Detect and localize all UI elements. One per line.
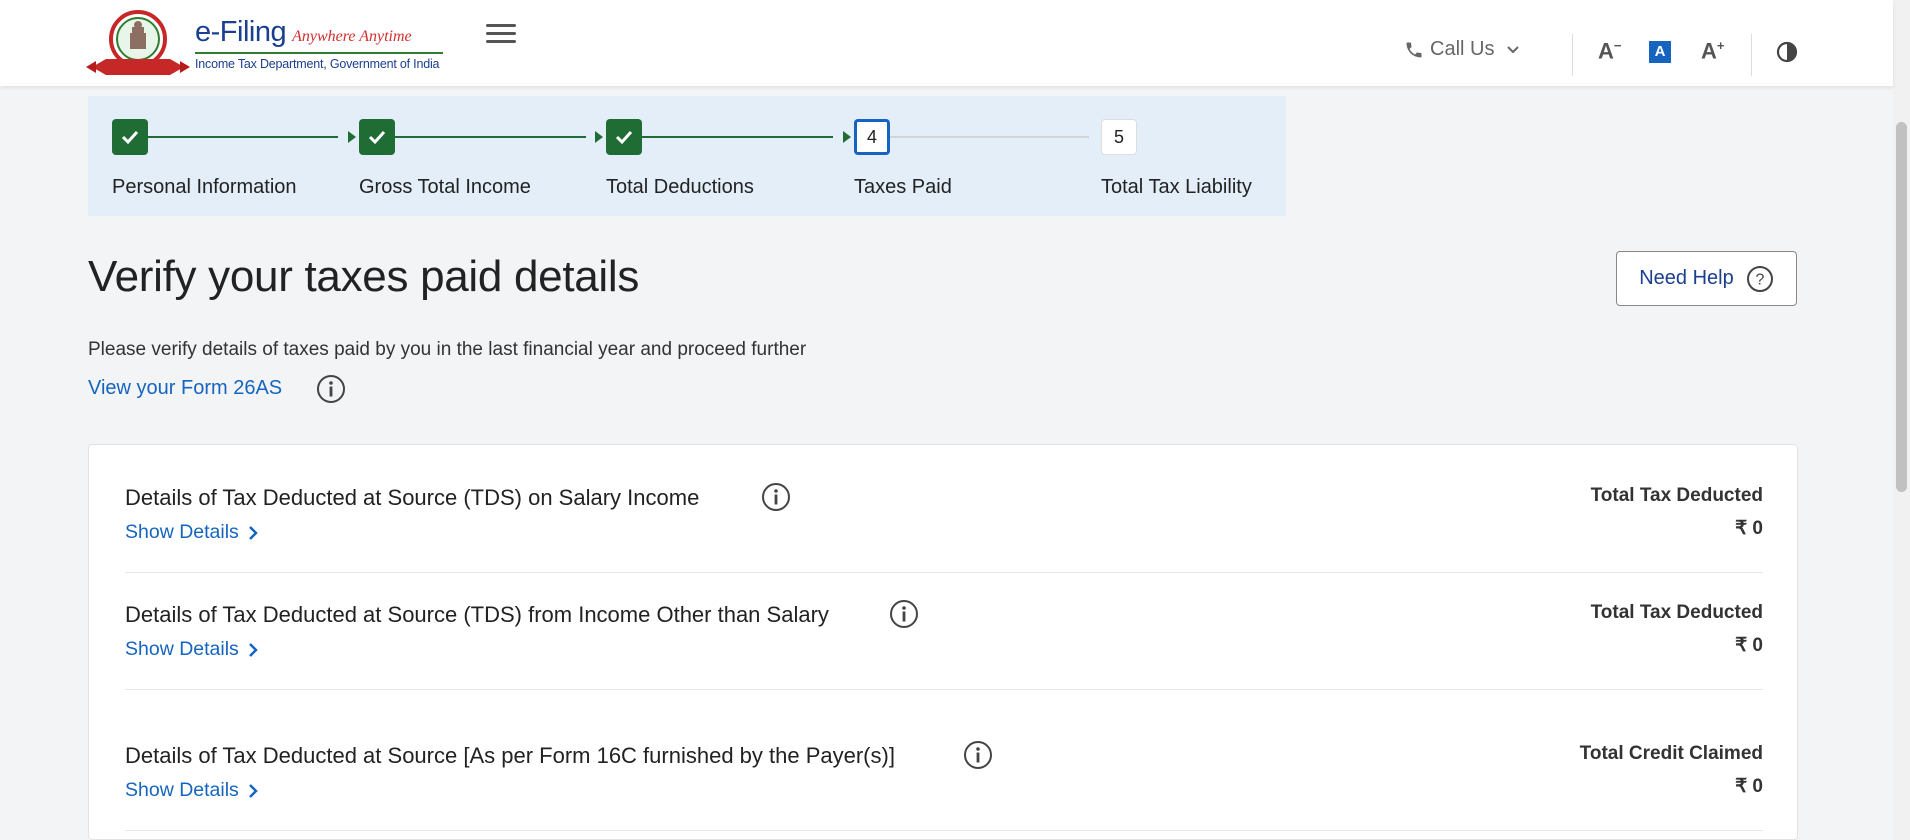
total-value: ₹ 0: [1735, 635, 1763, 656]
info-icon[interactable]: [761, 482, 791, 512]
font-decrease-button[interactable]: A−: [1598, 38, 1621, 64]
total-label: Total Credit Claimed: [1579, 743, 1763, 764]
step-3-check-icon: [606, 119, 642, 155]
header-divider: [1751, 34, 1752, 76]
step-label-gross-total-income: Gross Total Income: [359, 176, 531, 198]
info-icon[interactable]: [316, 374, 346, 404]
question-circle-icon: ?: [1746, 265, 1773, 292]
total-value: ₹ 0: [1735, 776, 1763, 797]
chevron-right-icon: [248, 642, 258, 657]
progress-stepper: Personal Information Gross Total Income …: [88, 96, 1286, 216]
tds-form16c-section: Details of Tax Deducted at Source [As pe…: [125, 740, 1763, 823]
income-tax-department-logo[interactable]: [86, 9, 190, 81]
step-2-check-icon: [359, 119, 395, 155]
show-details-link[interactable]: Show Details: [125, 779, 259, 802]
step-label-total-deductions: Total Deductions: [606, 176, 754, 198]
step-connector-arrow: [595, 131, 603, 143]
call-us-label: Call Us: [1430, 38, 1495, 60]
top-header: e-Filing Anywhere Anytime Income Tax Dep…: [0, 0, 1893, 86]
step-label-personal-information: Personal Information: [112, 176, 297, 198]
step-connector-arrow: [348, 131, 356, 143]
svg-text:?: ?: [1755, 271, 1764, 288]
taxes-paid-card: Details of Tax Deducted at Source (TDS) …: [88, 444, 1798, 840]
step-label-total-tax-liability: Total Tax Liability: [1101, 176, 1252, 198]
section-title: Details of Tax Deducted at Source (TDS) …: [125, 485, 700, 510]
step-4-number: 4: [854, 119, 890, 155]
step-connector: [621, 136, 833, 138]
total-label: Total Tax Deducted: [1590, 602, 1763, 623]
brand-name: e-Filing: [195, 16, 287, 48]
brand-underline: [195, 52, 443, 54]
show-details-label: Show Details: [125, 521, 239, 543]
contrast-toggle-icon[interactable]: [1776, 41, 1798, 63]
show-details-label: Show Details: [125, 779, 239, 801]
page-scrollbar-thumb[interactable]: [1896, 122, 1907, 492]
brand-tagline: Anywhere Anytime: [292, 28, 412, 45]
step-1-check-icon: [112, 119, 148, 155]
view-form-26as-link[interactable]: View your Form 26AS: [88, 377, 282, 400]
step-connector: [869, 136, 1089, 138]
total-label: Total Tax Deducted: [1590, 485, 1763, 506]
step-connector: [126, 136, 338, 138]
step-connector: [374, 136, 586, 138]
chevron-right-icon: [248, 783, 258, 798]
step-label-taxes-paid: Taxes Paid: [854, 176, 952, 198]
brand-subtitle: Income Tax Department, Government of Ind…: [195, 57, 440, 71]
step-connector-arrow: [843, 131, 851, 143]
page-title: Verify your taxes paid details: [88, 252, 640, 301]
tds-other-income-section: Details of Tax Deducted at Source (TDS) …: [125, 599, 1763, 682]
section-divider: [125, 572, 1763, 573]
page-subtitle: Please verify details of taxes paid by y…: [88, 339, 807, 360]
hamburger-menu-icon[interactable]: [486, 24, 516, 46]
show-details-label: Show Details: [125, 638, 239, 660]
header-divider: [1572, 34, 1573, 76]
need-help-label: Need Help: [1639, 267, 1734, 289]
call-us-dropdown[interactable]: Call Us: [1404, 38, 1526, 61]
need-help-button[interactable]: Need Help ?: [1616, 251, 1797, 306]
section-divider: [125, 830, 1763, 831]
show-details-link[interactable]: Show Details: [125, 638, 259, 661]
font-increase-button[interactable]: A+: [1701, 38, 1724, 64]
chevron-right-icon: [248, 525, 258, 540]
show-details-link[interactable]: Show Details: [125, 521, 259, 544]
section-title: Details of Tax Deducted at Source (TDS) …: [125, 602, 829, 627]
total-value: ₹ 0: [1735, 518, 1763, 539]
section-title: Details of Tax Deducted at Source [As pe…: [125, 743, 895, 768]
brand-block: e-Filing Anywhere Anytime Income Tax Dep…: [195, 16, 443, 71]
font-increase-label: A: [1701, 38, 1717, 64]
font-decrease-label: A: [1598, 38, 1614, 64]
font-default-button[interactable]: A: [1649, 41, 1671, 63]
info-icon[interactable]: [963, 740, 993, 770]
tds-salary-section: Details of Tax Deducted at Source (TDS) …: [125, 482, 1763, 565]
step-5-number: 5: [1101, 119, 1137, 155]
info-icon[interactable]: [889, 599, 919, 629]
phone-icon: [1406, 42, 1422, 57]
chevron-down-icon: [1507, 45, 1520, 53]
section-divider: [125, 689, 1763, 690]
